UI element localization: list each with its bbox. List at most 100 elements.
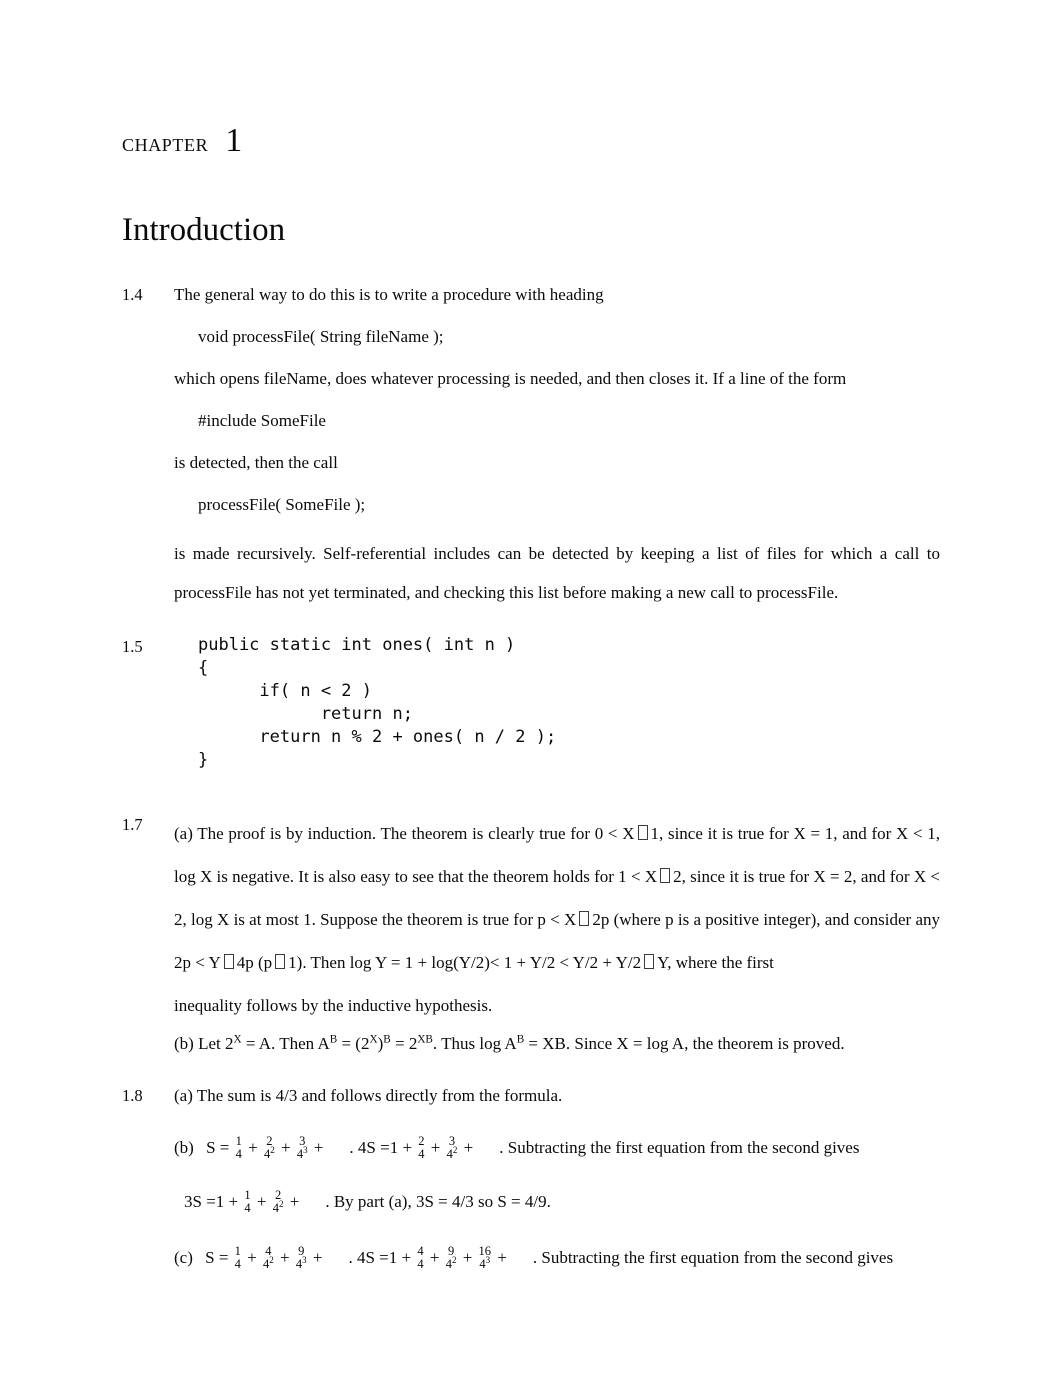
denominator-exponent: 2 <box>451 1255 457 1266</box>
text-fragment: . Thus log A <box>432 1034 517 1054</box>
equation-lead: . 4S =1 + <box>348 1248 412 1268</box>
denominator-exponent: 2 <box>270 1145 275 1156</box>
problem-1-7: 1.7 (a) The proof is by induction. The t… <box>122 812 940 1057</box>
plus-sign: + <box>462 1248 473 1268</box>
paragraph: is detected, then the call <box>174 453 338 473</box>
fraction: 9 43 <box>296 1245 307 1271</box>
text-fragment: 1, since it is true for X = 1, and for X… <box>650 824 923 844</box>
denominator: 4 <box>417 1257 424 1272</box>
plus-sign: + <box>289 1192 300 1212</box>
denominator: 42 <box>446 1255 457 1271</box>
plus-sign: + <box>497 1248 507 1268</box>
fraction: 24 <box>418 1135 424 1161</box>
missing-glyph-icon <box>644 954 655 970</box>
denominator: 4 <box>244 1201 251 1216</box>
denominator: 4 <box>418 1147 425 1162</box>
paragraph: which opens fileName, does whatever proc… <box>174 369 847 389</box>
fraction: 2 42 <box>264 1135 275 1161</box>
fraction: 3 43 <box>297 1135 308 1161</box>
paragraph: The general way to do this is to write a… <box>174 285 604 305</box>
problem-number: 1.7 <box>122 815 143 835</box>
document-page: CHAPTER 1 Introduction 1.4 The general w… <box>0 0 1062 1377</box>
fraction: 14 <box>236 1135 242 1161</box>
problem-body: public static int ones( int n ) { if( n … <box>174 634 940 772</box>
superscript: B <box>383 1033 391 1046</box>
part-label: (b) <box>174 1138 194 1158</box>
superscript: XB <box>417 1033 433 1046</box>
problem-1-8: 1.8 (a) The sum is 4/3 and follows direc… <box>122 1083 940 1273</box>
paragraph-part-b: (b) Let 2X = A. Then AB = (2X)B = 2XB. T… <box>174 1031 940 1057</box>
code-line: void processFile( String fileName ); <box>198 327 444 347</box>
equation-lead: 3S =1 + <box>184 1192 239 1212</box>
equation-line-c: (c) S = 14 + 4 42 + 9 43 +. 4S =1 + 44 + 9… <box>174 1243 940 1273</box>
text-fragment: = (2 <box>337 1034 370 1054</box>
equation-tail: . By part (a), 3S = 4/3 so S = 4/9. <box>325 1192 551 1212</box>
denominator-exponent: 2 <box>269 1255 274 1266</box>
paragraph-part-a-end: inequality follows by the inductive hypo… <box>174 996 493 1016</box>
superscript: X <box>369 1033 378 1046</box>
missing-glyph-icon <box>660 868 671 884</box>
code-line: #include SomeFile <box>198 411 326 431</box>
denominator-exponent: 3 <box>303 1145 308 1156</box>
denominator-exponent: 3 <box>302 1255 307 1266</box>
problem-body: (a) The proof is by induction. The theor… <box>174 812 940 1057</box>
fraction: 4 42 <box>263 1245 274 1271</box>
equation-lead: S = <box>205 1248 229 1268</box>
chapter-heading: CHAPTER 1 <box>122 124 940 168</box>
page-title: Introduction <box>122 212 286 248</box>
paragraph-part-a: (a) The sum is 4/3 and follows directly … <box>174 1086 563 1106</box>
problem-number: 1.8 <box>122 1086 143 1106</box>
fraction: 14 <box>235 1245 241 1271</box>
problem-1-4: 1.4 The general way to do this is to wri… <box>122 282 940 612</box>
text-fragment: (a) The proof is by induction. The theor… <box>174 824 635 844</box>
denominator-exponent: 3 <box>485 1255 491 1266</box>
problem-body: The general way to do this is to write a… <box>174 282 940 612</box>
text-fragment: 1). Then log Y = 1 + log(Y/2)< 1 + Y/2 <… <box>288 953 642 973</box>
equation-tail: . Subtracting the first equation from th… <box>499 1138 860 1158</box>
text-fragment: = A. Then A <box>241 1034 330 1054</box>
plus-sign: + <box>463 1138 474 1158</box>
plus-sign: + <box>280 1138 291 1158</box>
missing-glyph-icon <box>223 954 234 970</box>
denominator: 43 <box>297 1145 308 1161</box>
denominator: 43 <box>296 1255 307 1271</box>
denominator: 4 <box>234 1257 241 1272</box>
text-fragment: = XB. Since X = log A, the theorem is pr… <box>524 1034 845 1054</box>
equation-line-b: (b) S = 14 + 2 42 + 3 43 +. 4S =1 + 24 + 3… <box>174 1133 940 1163</box>
fraction: 2 42 <box>273 1189 284 1215</box>
plus-sign: + <box>248 1138 258 1158</box>
page-content: CHAPTER 1 Introduction 1.4 The general w… <box>122 0 940 1273</box>
denominator-exponent: 2 <box>278 1199 284 1210</box>
text-fragment: 4p (p <box>236 953 273 973</box>
plus-sign: + <box>429 1248 440 1268</box>
denominator: 42 <box>264 1145 275 1161</box>
text-fragment: Y, where the first <box>657 953 774 973</box>
denominator: 42 <box>447 1145 458 1161</box>
fraction: 16 43 <box>479 1245 492 1271</box>
problem-body: (a) The sum is 4/3 and follows directly … <box>174 1083 940 1273</box>
plus-sign: + <box>312 1248 323 1268</box>
plus-sign: + <box>247 1248 257 1268</box>
text-fragment: 2, since it is true for X = 2, and <box>673 867 886 887</box>
problem-number: 1.5 <box>122 637 143 657</box>
text-fragment: = 2 <box>390 1034 418 1054</box>
text-fragment: 2p (where p is a positive integer), and <box>592 910 850 930</box>
missing-glyph-icon <box>637 825 648 841</box>
denominator: 4 <box>235 1147 242 1162</box>
fraction: 44 <box>417 1245 423 1271</box>
equation-line-3s: 3S =1 + 14 + 2 42 + . By part (a), 3S = 4/… <box>184 1187 940 1217</box>
plus-sign: + <box>430 1138 441 1158</box>
paragraph-part-a: (a) The proof is by induction. The theor… <box>174 812 940 984</box>
chapter-label: CHAPTER <box>122 130 209 157</box>
fraction: 14 <box>244 1189 250 1215</box>
fraction: 3 42 <box>447 1135 458 1161</box>
missing-glyph-icon <box>579 911 590 927</box>
fraction: 9 42 <box>446 1245 457 1271</box>
code-block: public static int ones( int n ) { if( n … <box>198 635 557 771</box>
denominator: 42 <box>263 1255 274 1271</box>
paragraph: is made recursively. Self-referential in… <box>174 544 940 603</box>
superscript: X <box>233 1033 242 1046</box>
denominator-exponent: 2 <box>452 1145 458 1156</box>
equation-lead: S = <box>206 1138 230 1158</box>
plus-sign: + <box>280 1248 290 1268</box>
